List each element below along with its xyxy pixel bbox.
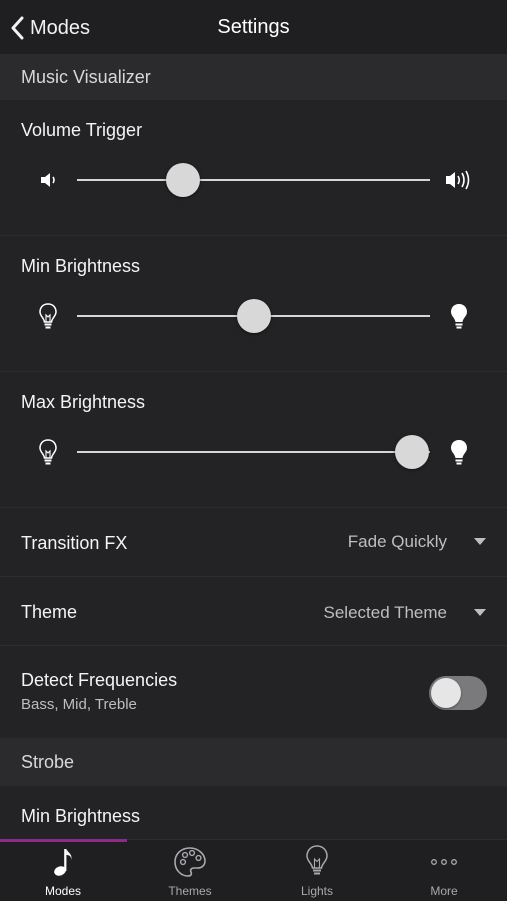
- detect-frequencies-label: Detect Frequencies: [21, 670, 178, 690]
- tab-more[interactable]: More: [381, 840, 507, 901]
- slider-thumb[interactable]: [236, 299, 271, 333]
- caret-down-icon: [474, 538, 486, 545]
- section-header-music-visualizer: Music Visualizer: [0, 55, 507, 100]
- toggle-knob: [431, 678, 461, 708]
- max-brightness-label: Max Brightness: [21, 392, 146, 412]
- slider-thumb[interactable]: [165, 163, 200, 197]
- detect-frequencies-row: Detect Frequencies Bass, Mid, Treble: [0, 646, 507, 738]
- tab-bar: Modes Themes Lights More: [0, 839, 507, 901]
- theme-value: Selected Theme: [323, 603, 447, 622]
- speaker-high-icon: [446, 170, 470, 190]
- tab-modes[interactable]: Modes: [0, 840, 126, 901]
- tab-label: More: [430, 884, 458, 898]
- transition-fx-select[interactable]: Transition FX Fade Quickly: [0, 508, 507, 577]
- slider-track: [77, 451, 430, 453]
- min-brightness-row: Min Brightness: [0, 236, 507, 372]
- min-brightness-slider[interactable]: [70, 296, 437, 336]
- transition-fx-label: Transition FX: [21, 533, 128, 553]
- bulb-outline-icon: [39, 439, 57, 465]
- tab-themes[interactable]: Themes: [127, 840, 253, 901]
- slider-thumb[interactable]: [395, 435, 430, 469]
- caret-down-icon: [474, 609, 486, 616]
- slider-track: [77, 179, 430, 181]
- theme-select[interactable]: Theme Selected Theme: [0, 577, 507, 646]
- tab-label: Modes: [44, 884, 82, 898]
- speaker-low-icon: [41, 173, 55, 187]
- volume-trigger-label: Volume Trigger: [21, 120, 143, 140]
- tab-label: Lights: [300, 884, 334, 898]
- detect-frequencies-sublabel: Bass, Mid, Treble: [21, 696, 137, 713]
- volume-trigger-row: Volume Trigger: [0, 100, 507, 236]
- palette-icon: [174, 847, 206, 877]
- navigation-bar: Modes Settings: [0, 0, 507, 55]
- transition-fx-value: Fade Quickly: [347, 532, 447, 551]
- section-header-label: Music Visualizer: [21, 67, 151, 87]
- bulb-outline-icon: [39, 303, 57, 329]
- bulb-filled-icon: [451, 440, 467, 465]
- music-note-icon: [54, 849, 72, 876]
- max-brightness-row: Max Brightness: [0, 372, 507, 508]
- theme-label: Theme: [21, 602, 78, 622]
- tab-lights[interactable]: Lights: [254, 840, 380, 901]
- strobe-min-brightness-label: Min Brightness: [21, 806, 141, 826]
- page-title: Settings: [217, 16, 290, 38]
- detect-frequencies-toggle[interactable]: [429, 676, 487, 710]
- bulb-filled-icon: [451, 304, 467, 329]
- tab-label: Themes: [168, 884, 212, 898]
- section-header-strobe: Strobe: [0, 738, 507, 786]
- min-brightness-label: Min Brightness: [21, 256, 141, 276]
- max-brightness-slider[interactable]: [70, 432, 437, 472]
- strobe-min-brightness-row: Min Brightness: [0, 786, 507, 839]
- section-header-label: Strobe: [21, 751, 75, 772]
- more-dots-icon: [431, 859, 457, 865]
- bulb-icon: [306, 845, 328, 875]
- volume-trigger-slider[interactable]: [70, 160, 437, 200]
